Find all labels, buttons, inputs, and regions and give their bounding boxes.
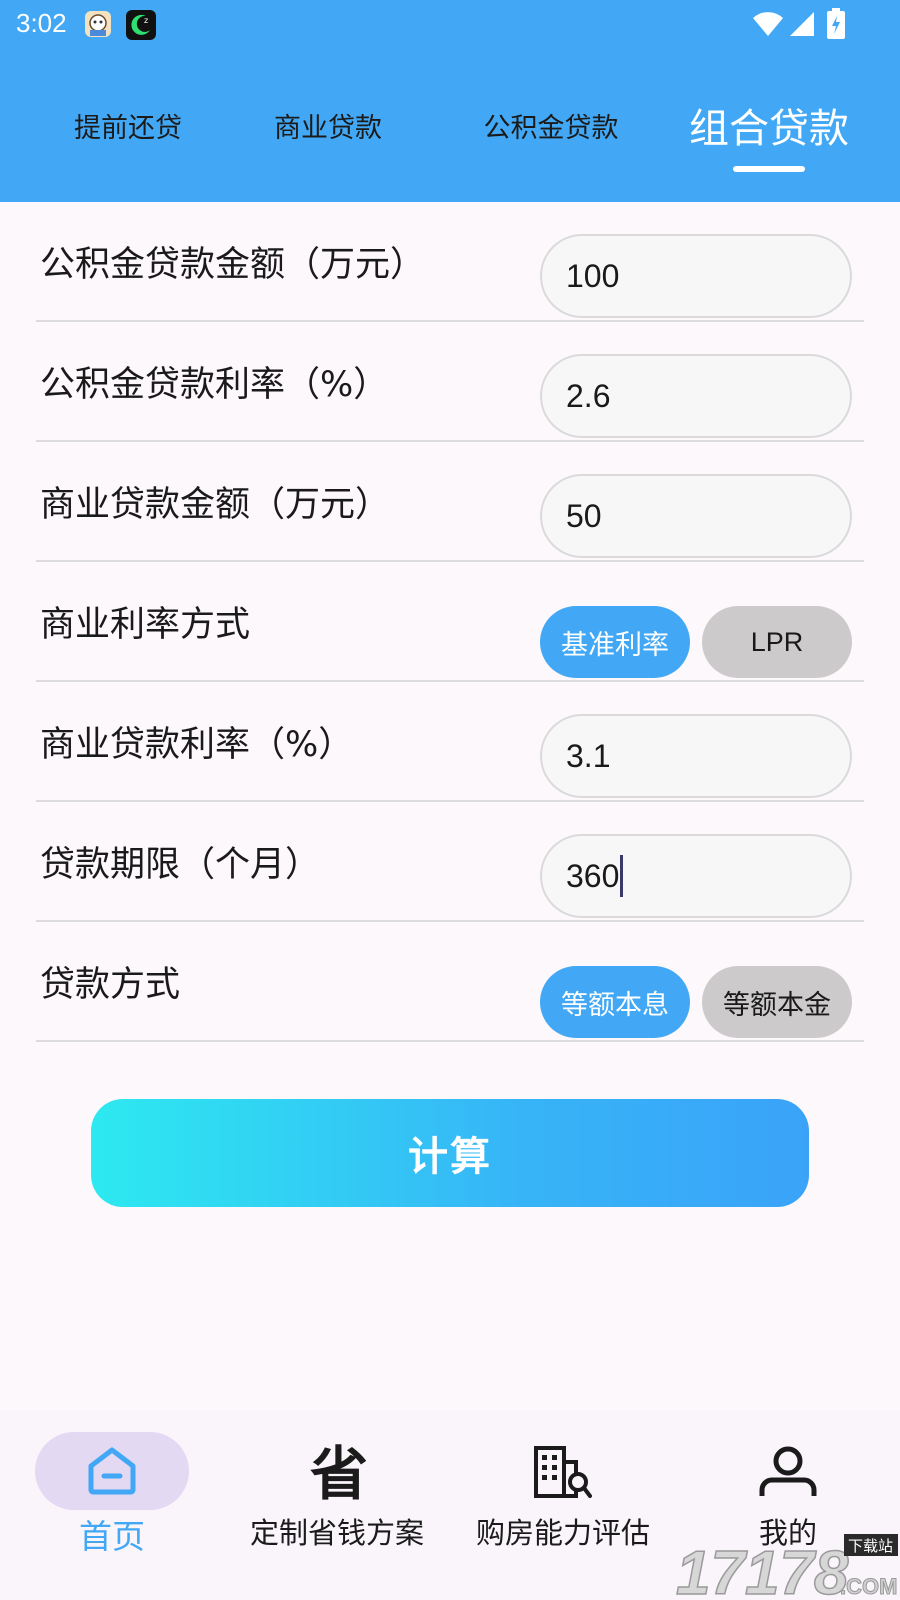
signal-icon [790,12,814,36]
commercial-amount-input[interactable]: 50 [540,474,852,558]
form-row-rate-mode: 商业利率方式 基准利率 LPR [36,562,864,682]
fund-amount-value: 100 [566,257,620,294]
form-row-fund-amount: 公积金贷款金额（万元） 100 [36,202,864,322]
svg-text:z: z [144,16,148,25]
building-search-icon [534,1446,592,1498]
moon-app-icon: z [126,10,156,40]
form-row-commercial-amount: 商业贷款金额（万元） 50 [36,442,864,562]
text-caret [620,855,624,897]
benchmark-rate-button[interactable]: 基准利率 [540,606,690,678]
nav-label-purchase-ability: 购房能力评估 [475,1516,650,1550]
tab-commercial-loan[interactable]: 商业贷款 [268,90,388,160]
commercial-rate-label: 商业贷款利率（%） [40,724,354,765]
battery-charging-icon [827,8,845,39]
equal-installment-button[interactable]: 等额本息 [540,966,690,1038]
tab-combined-loan[interactable]: 组合贷款 [684,90,854,160]
form-row-repay-mode: 贷款方式 等额本息 等额本金 [36,922,864,1042]
tab-prepayment[interactable]: 提前还贷 [68,90,188,160]
repay-mode-label: 贷款方式 [40,964,181,1005]
watermark-badge-text: 下载站 [848,1537,893,1555]
app-notification-icon [85,11,111,37]
lpr-rate-button[interactable]: LPR [702,606,852,678]
commercial-amount-label: 商业贷款金额（万元） [40,484,391,525]
form-row-fund-rate: 公积金贷款利率（%） 2.6 [36,322,864,442]
fund-rate-value: 2.6 [566,377,611,414]
nav-item-purchase-ability[interactable]: 购房能力评估 [450,1410,676,1560]
loan-type-tabs: 提前还贷 商业贷款 公积金贷款 组合贷款 [0,90,900,180]
form-row-term: 贷款期限（个月） 360 [36,802,864,922]
watermark-text: 17178 [676,1539,849,1600]
commercial-rate-value: 3.1 [566,737,611,774]
site-watermark: 17178 .COM 下载站 [676,1534,898,1600]
equal-principal-button[interactable]: 等额本金 [702,966,852,1038]
term-label: 贷款期限（个月） [40,844,321,885]
home-icon [88,1447,136,1495]
tab-provident-fund-loan[interactable]: 公积金贷款 [476,90,626,160]
commercial-amount-value: 50 [566,497,602,534]
fund-amount-input[interactable]: 100 [540,234,852,318]
nav-label-save-plan: 定制省钱方案 [249,1516,424,1550]
wifi-icon [753,12,783,37]
save-money-icon: 省 [309,1440,368,1508]
person-icon [759,1446,817,1496]
form-row-commercial-rate: 商业贷款利率（%） 3.1 [36,682,864,802]
status-time: 3:02 [16,8,67,38]
fund-rate-label: 公积金贷款利率（%） [40,364,389,405]
watermark-suffix: .COM [840,1574,897,1599]
status-bar: 3:02 z [0,0,900,50]
rate-mode-label: 商业利率方式 [40,604,251,645]
term-input[interactable]: 360 [540,834,852,918]
app-header: 3:02 z 提前还贷 商业贷款 公积金贷款 组合贷款 [0,0,900,202]
nav-item-save-plan[interactable]: 省 定制省钱方案 [224,1410,450,1560]
nav-item-home[interactable]: 首页 [0,1410,224,1560]
fund-rate-input[interactable]: 2.6 [540,354,852,438]
term-value: 360 [566,857,620,894]
fund-amount-label: 公积金贷款金额（万元） [40,244,426,285]
nav-label-home: 首页 [79,1517,145,1556]
calculate-button[interactable]: 计算 [91,1099,809,1207]
active-tab-indicator [733,166,805,172]
commercial-rate-input[interactable]: 3.1 [540,714,852,798]
loan-form: 公积金贷款金额（万元） 100 公积金贷款利率（%） 2.6 商业贷款金额（万元… [36,202,864,1042]
